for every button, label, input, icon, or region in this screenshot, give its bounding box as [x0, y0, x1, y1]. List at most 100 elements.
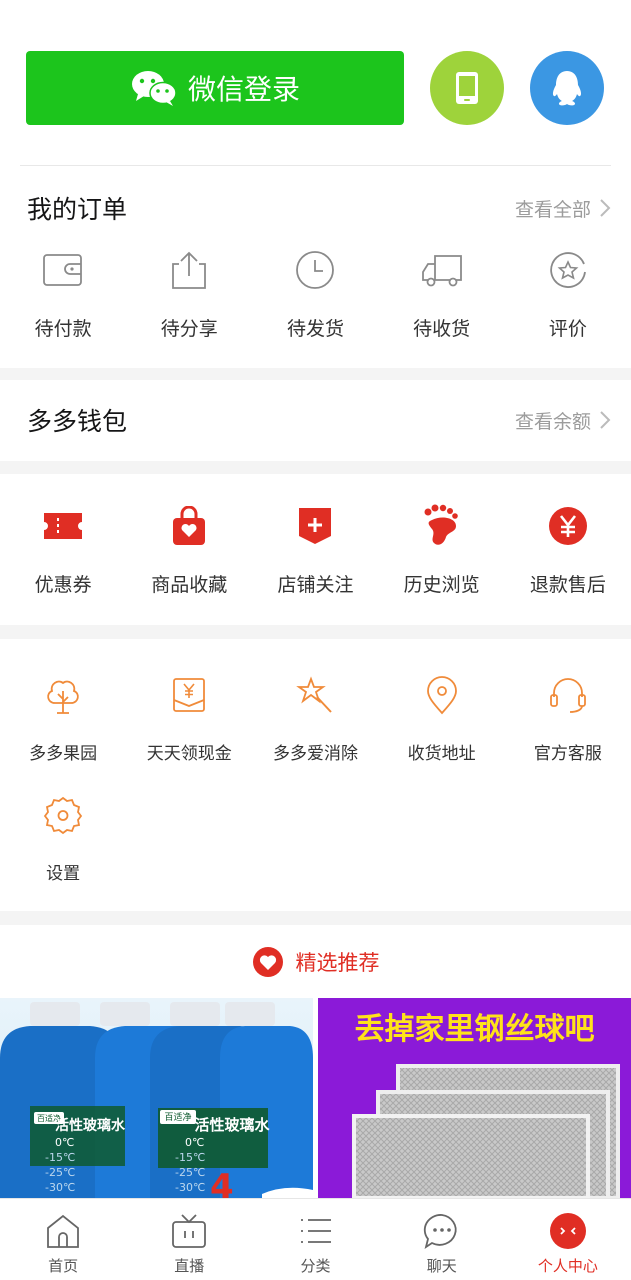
home-icon: [43, 1211, 83, 1251]
qq-penguin-icon: [552, 71, 582, 106]
yuan-icon: [546, 504, 590, 548]
list-icon: [296, 1211, 336, 1251]
chevron-right-icon: [600, 411, 611, 429]
product-card[interactable]: 丢掉家里钢丝球吧: [318, 998, 631, 1198]
quick-access-section: 优惠券 商品收藏 店铺关注 历史浏览 退款售后: [0, 474, 631, 625]
service-item-label: 官方客服: [533, 744, 602, 764]
section-gap: [0, 911, 631, 925]
cash-envelope-icon: [167, 673, 211, 717]
wallet-icon: [41, 248, 85, 292]
profile-icon: [548, 1211, 588, 1251]
qq-login-button[interactable]: [530, 51, 604, 125]
service-item-label: 多多果园: [29, 744, 98, 764]
view-all-orders-link[interactable]: 查看全部: [515, 195, 611, 222]
daily-cash-entry[interactable]: 天天领现金: [126, 673, 252, 764]
refunds-entry[interactable]: 退款售后: [505, 504, 631, 597]
clock-icon: [293, 248, 337, 292]
view-all-label: 查看全部: [514, 198, 591, 221]
section-gap: [0, 461, 631, 474]
section-gap: [0, 368, 631, 380]
duoduo-match-game-entry[interactable]: 多多爱消除: [252, 673, 378, 764]
temp-label: -25℃: [45, 1166, 75, 1179]
recommend-header: 精选推荐: [0, 925, 631, 998]
washer-fluid-product-image: 百适净 百适净 活性玻璃水 活性玻璃水 0℃ -15℃ -25℃ -30℃ 0℃…: [0, 1002, 313, 1198]
temp-label: -15℃: [175, 1151, 205, 1164]
cleaning-cloth-image: [352, 1064, 620, 1198]
temp-label: 0℃: [185, 1136, 204, 1149]
service-item-label: 多多爱消除: [272, 744, 358, 764]
order-item-label: 待收货: [413, 318, 471, 340]
product-name-label: 活性玻璃水: [55, 1117, 126, 1134]
order-pending-receive[interactable]: 待收货: [379, 248, 505, 341]
orders-section: 我的订单 查看全部 待付款 待分享 待发货 待收货 评价: [0, 166, 631, 368]
tab-label: 分类: [300, 1257, 331, 1275]
tab-label: 首页: [48, 1257, 79, 1275]
tab-profile[interactable]: 个人中心: [505, 1199, 631, 1280]
order-pending-payment[interactable]: 待付款: [0, 248, 126, 341]
duoduo-orchard-entry[interactable]: 多多果园: [0, 673, 126, 764]
order-pending-share[interactable]: 待分享: [126, 248, 252, 341]
star-comment-icon: [546, 248, 590, 292]
order-item-label: 待发货: [286, 318, 344, 340]
section-gap: [0, 625, 631, 639]
quick-item-label: 优惠券: [34, 574, 92, 596]
shipping-address-entry[interactable]: 收货地址: [379, 673, 505, 764]
tab-chat[interactable]: 聊天: [379, 1199, 505, 1280]
favorites-entry[interactable]: 商品收藏: [126, 504, 252, 597]
order-item-label: 评价: [548, 318, 587, 340]
history-entry[interactable]: 历史浏览: [379, 504, 505, 597]
tab-home[interactable]: 首页: [0, 1199, 126, 1280]
heart-badge-icon: [252, 947, 283, 977]
order-item-label: 待付款: [34, 318, 92, 340]
tab-categories[interactable]: 分类: [252, 1199, 378, 1280]
followed-stores-entry[interactable]: 店铺关注: [252, 504, 378, 597]
tv-icon: [169, 1211, 209, 1251]
wechat-icon: [131, 71, 177, 106]
tree-icon: [41, 673, 85, 717]
phone-icon: [456, 72, 478, 104]
phone-login-button[interactable]: [430, 51, 504, 125]
view-balance-label: 查看余额: [514, 410, 591, 433]
truck-icon: [420, 248, 464, 292]
footprint-icon: [420, 504, 464, 548]
recommend-title: 精选推荐: [295, 951, 380, 975]
temp-label: -30℃: [175, 1181, 205, 1194]
brand-label: 百适净: [164, 1111, 191, 1123]
temp-label: -30℃: [45, 1181, 75, 1194]
wechat-login-button[interactable]: 微信登录: [26, 51, 404, 125]
view-balance-link[interactable]: 查看余额: [515, 407, 611, 434]
services-section: 多多果园 天天领现金 多多爱消除 收货地址 官方客服 设置: [0, 639, 631, 911]
star-wand-icon: [293, 673, 337, 717]
order-review[interactable]: 评价: [505, 248, 631, 341]
orders-title: 我的订单: [27, 195, 128, 224]
coupons-entry[interactable]: 优惠券: [0, 504, 126, 597]
order-item-label: 待分享: [160, 318, 218, 340]
login-area: 微信登录: [0, 0, 631, 166]
gear-icon: [41, 793, 85, 837]
wallet-title: 多多钱包: [27, 407, 128, 436]
bottom-tab-bar: 首页 直播 分类 聊天 个人中心: [0, 1198, 631, 1280]
temp-label: -15℃: [45, 1151, 75, 1164]
wechat-login-label: 微信登录: [187, 73, 300, 106]
promo-number: 4: [210, 1167, 234, 1198]
store-plus-icon: [293, 504, 337, 548]
location-icon: [420, 673, 464, 717]
quick-item-label: 退款售后: [529, 574, 606, 596]
chat-icon: [422, 1211, 462, 1251]
coupon-icon: [41, 504, 85, 548]
order-pending-ship[interactable]: 待发货: [252, 248, 378, 341]
tab-live[interactable]: 直播: [126, 1199, 252, 1280]
bag-heart-icon: [167, 504, 211, 548]
wallet-section[interactable]: 多多钱包 查看余额: [0, 380, 631, 461]
product-card[interactable]: 百适净 百适净 活性玻璃水 活性玻璃水 0℃ -15℃ -25℃ -30℃ 0℃…: [0, 998, 313, 1198]
share-icon: [167, 248, 211, 292]
service-item-label: 收货地址: [407, 744, 476, 764]
settings-entry[interactable]: 设置: [0, 793, 126, 884]
chevron-right-icon: [600, 199, 611, 217]
quick-item-label: 商品收藏: [151, 574, 228, 596]
quick-item-label: 历史浏览: [403, 574, 480, 596]
temp-label: -25℃: [175, 1166, 205, 1179]
tab-label: 直播: [174, 1257, 205, 1275]
customer-service-entry[interactable]: 官方客服: [505, 673, 631, 764]
headset-icon: [546, 673, 590, 717]
